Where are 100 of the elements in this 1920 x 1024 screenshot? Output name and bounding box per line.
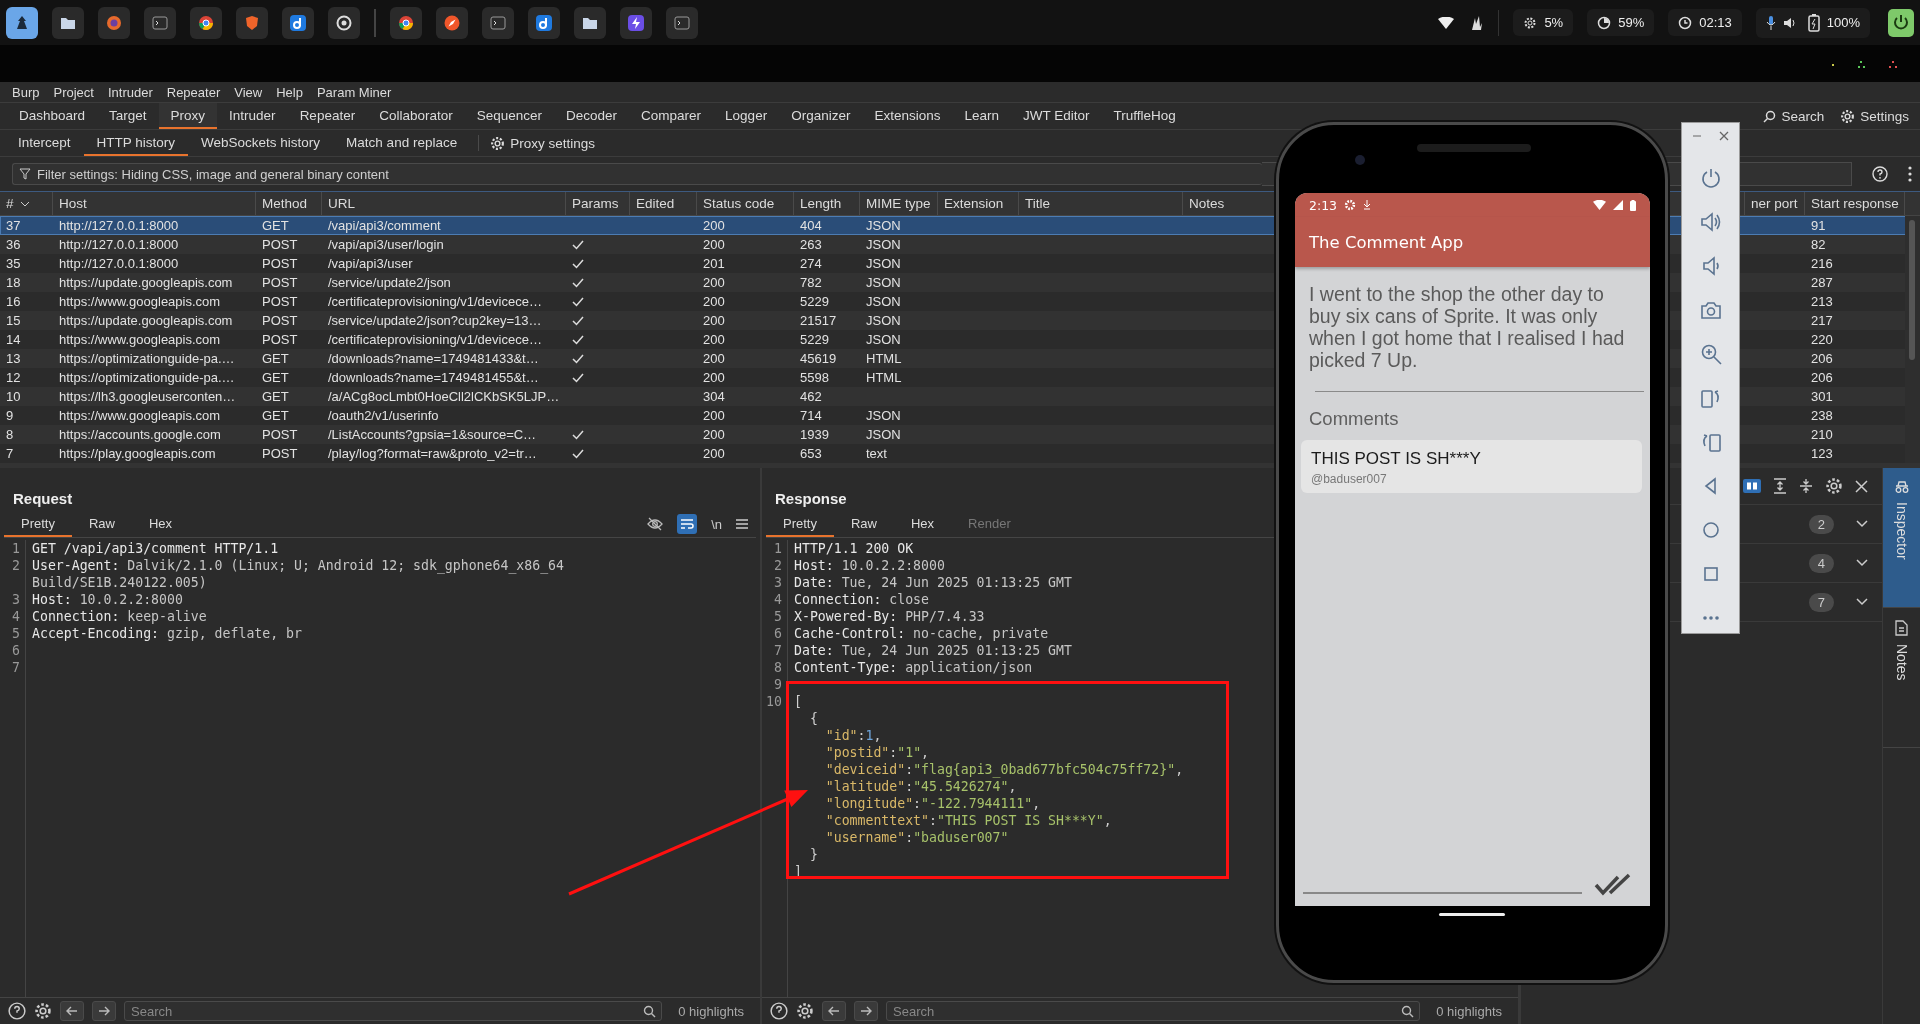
tab[interactable]: Comparer [629, 103, 714, 129]
wifi-icon[interactable] [1438, 16, 1455, 29]
tab[interactable]: Learn [952, 103, 1011, 129]
tab[interactable]: Intercept [5, 130, 84, 156]
shield-icon[interactable] [236, 6, 268, 39]
tab[interactable]: Raw [71, 511, 132, 537]
terminal-icon[interactable] [144, 6, 176, 39]
tab[interactable]: Decoder [554, 103, 630, 129]
column-header[interactable]: Start response [1811, 196, 1899, 211]
tab[interactable]: WebSockets history [188, 130, 334, 156]
table-row[interactable]: 15 https://update.googleapis.com POST /service/update2/json?cup2key=13… 200 21517 JSON [0, 311, 1276, 330]
column-header[interactable]: Host [59, 196, 87, 211]
scrollbar-thumb[interactable] [1909, 220, 1915, 360]
search-field[interactable]: Search [886, 1001, 1421, 1021]
column-header[interactable]: Length [800, 196, 842, 211]
side-tab[interactable]: Inspector [1883, 468, 1920, 608]
menu-item[interactable]: Param Miner [309, 84, 399, 100]
help-icon[interactable] [1872, 166, 1888, 182]
column-header[interactable]: Title [1025, 196, 1050, 211]
search-button[interactable]: Search [1760, 108, 1828, 124]
tab[interactable]: Pretty [766, 511, 834, 537]
settings-icon[interactable] [34, 1002, 52, 1020]
column-header[interactable]: Method [262, 196, 308, 211]
tab[interactable]: Extensions [862, 103, 953, 129]
column-header[interactable]: # [6, 196, 14, 211]
menu-item[interactable]: Burp [5, 84, 47, 100]
chevron-down-icon[interactable] [1856, 520, 1868, 528]
tab[interactable]: Repeater [287, 103, 368, 129]
tab[interactable]: Pretty [4, 511, 72, 537]
table-row[interactable]: 8 https://accounts.google.com POST /ListAccounts?gpsia=1&source=C… 200 1939 JSON [0, 425, 1276, 444]
tab[interactable]: Proxy [158, 103, 218, 129]
column-header[interactable]: URL [328, 196, 355, 211]
settings-button[interactable]: Settings [1837, 108, 1912, 124]
search-icon[interactable] [1401, 1005, 1415, 1018]
table-row[interactable]: 18 https://update.googleapis.com POST /service/update2/json 200 782 JSON [0, 273, 1276, 292]
column-header[interactable]: ner port [1751, 196, 1798, 211]
column-header[interactable]: Edited [636, 196, 675, 211]
mic-icon[interactable] [1765, 14, 1776, 31]
settings-icon[interactable] [1825, 477, 1843, 495]
menu-icon[interactable] [736, 519, 748, 529]
tab[interactable]: Raw [833, 511, 894, 537]
volume-up-icon[interactable] [1699, 211, 1722, 233]
tab[interactable]: Hex [894, 511, 952, 537]
newline-toggle[interactable]: \n [711, 516, 722, 532]
chevron-down-icon[interactable] [1856, 559, 1868, 567]
eye-off-icon[interactable] [647, 517, 664, 531]
expand-icon[interactable] [1773, 478, 1787, 494]
wrap-lines-icon[interactable] [677, 514, 698, 534]
forward-button[interactable] [854, 1001, 878, 1021]
forward-button[interactable] [92, 1001, 116, 1021]
column-header[interactable]: Notes [1189, 196, 1225, 211]
kebab-menu-icon[interactable] [1908, 166, 1912, 182]
zoom-in-icon[interactable] [1699, 343, 1722, 365]
table-row[interactable]: 36 http://127.0.0.1:8000 POST /vapi/api3/user/login 200 263 JSON [0, 235, 1276, 254]
tab[interactable]: Hex [132, 511, 190, 537]
tab[interactable]: Sequencer [464, 103, 555, 129]
back-button[interactable] [60, 1001, 84, 1021]
tab[interactable]: Dashboard [7, 103, 98, 129]
help-icon[interactable] [770, 1002, 788, 1020]
back-button[interactable] [822, 1001, 846, 1021]
folder-icon[interactable] [574, 6, 606, 39]
menu-item[interactable]: Project [46, 84, 101, 100]
close-icon[interactable] [1719, 131, 1729, 141]
side-tab[interactable]: Notes [1883, 608, 1920, 748]
chevron-down-icon[interactable] [19, 200, 30, 207]
menu-item[interactable]: View [227, 84, 270, 100]
tab[interactable]: Logger [713, 103, 780, 129]
terminal-icon[interactable] [666, 6, 698, 39]
proxy-settings-button[interactable]: Proxy settings [487, 130, 598, 156]
record-icon[interactable] [328, 6, 360, 39]
power-icon[interactable] [1699, 167, 1722, 189]
app-launcher-icon[interactable] [6, 6, 38, 39]
browser-icon[interactable] [98, 6, 130, 39]
table-row[interactable]: 13 https://optimizationguide-pa.… GET /downloads?name=1749481433&t… 200 45619 HTML [0, 349, 1276, 368]
column-header[interactable]: Extension [944, 196, 1004, 211]
table-row[interactable]: 10 https://lh3.googleuserconten… GET /a/ACg8ocLmbt0HoeCll2lCKbSK5LJP… 304 462 [0, 387, 1276, 406]
compass-icon[interactable] [436, 6, 468, 39]
tab[interactable]: Intruder [217, 103, 288, 129]
folder-icon[interactable] [52, 6, 84, 39]
column-header[interactable]: MIME type [866, 196, 931, 211]
camera-icon[interactable] [1699, 299, 1722, 321]
layout-icon[interactable] [1743, 479, 1761, 493]
menu-item[interactable]: Intruder [100, 84, 160, 100]
search-icon[interactable] [643, 1005, 657, 1018]
tab[interactable]: Collaborator [367, 103, 465, 129]
terminal-icon[interactable] [482, 6, 514, 39]
tab[interactable]: JWT Editor [1011, 103, 1102, 129]
tab[interactable]: Organizer [779, 103, 863, 129]
tab[interactable]: Target [97, 103, 159, 129]
column-header[interactable]: Params [572, 196, 619, 211]
rotate-left-icon[interactable] [1699, 387, 1722, 409]
tab[interactable]: HTTP history [83, 130, 189, 156]
tab[interactable]: Match and replace [333, 130, 471, 156]
collapse-icon[interactable] [1799, 478, 1813, 494]
help-icon[interactable] [8, 1002, 26, 1020]
menu-item[interactable]: Help [269, 84, 310, 100]
table-row[interactable]: 37 http://127.0.0.1:8000 GET /vapi/api3/comment 200 404 JSON [0, 216, 1276, 235]
chevron-down-icon[interactable] [1856, 598, 1868, 606]
search-field[interactable]: Search [124, 1001, 663, 1021]
tab[interactable]: TruffleHog [1101, 103, 1188, 129]
